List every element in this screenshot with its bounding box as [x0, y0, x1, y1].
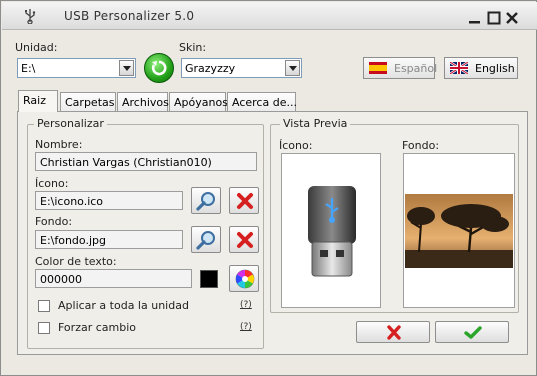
clear-fondo-button[interactable]: [229, 226, 259, 253]
window-title: USB Personalizer 5.0: [64, 9, 195, 23]
check-icon: [464, 326, 482, 339]
usb-drive-icon: [308, 186, 356, 277]
fondo-field[interactable]: E:\fondo.jpg: [35, 230, 183, 249]
browse-fondo-button[interactable]: [191, 226, 221, 253]
chevron-down-icon[interactable]: [119, 60, 134, 76]
icon-preview: [281, 153, 381, 308]
tree-sunset-image: [405, 194, 513, 268]
aplicar-label: Aplicar a toda la unidad: [58, 299, 189, 312]
maximize-icon[interactable]: [487, 11, 501, 25]
nombre-label: Nombre:: [35, 138, 83, 151]
refresh-button[interactable]: [144, 53, 174, 83]
tab-acerca-de[interactable]: Acerca de...: [227, 92, 297, 111]
usb-icon: [25, 9, 36, 24]
refresh-icon: [151, 60, 167, 76]
tab-carpetas[interactable]: Carpetas: [60, 92, 116, 111]
skin-select[interactable]: Grazyzzy: [181, 58, 302, 78]
unidad-select[interactable]: E:\: [17, 58, 136, 78]
chevron-down-icon[interactable]: [285, 60, 300, 76]
tab-raiz[interactable]: Raiz: [18, 90, 58, 112]
spanish-button[interactable]: Español: [363, 57, 438, 79]
cancel-button[interactable]: [356, 321, 430, 343]
color-label: Color de texto:: [35, 255, 117, 268]
delete-icon: [237, 193, 253, 209]
fondo-label: Fondo:: [35, 215, 73, 228]
preview-fondo-label: Fondo:: [402, 139, 440, 152]
cancel-icon: [387, 325, 401, 340]
color-field[interactable]: 000000: [35, 269, 192, 288]
tab-archivos[interactable]: Archivos: [117, 92, 169, 111]
pick-color-button[interactable]: [229, 265, 259, 292]
ok-button[interactable]: [435, 321, 509, 343]
aplicar-checkbox[interactable]: [38, 300, 50, 312]
background-preview: [403, 153, 515, 308]
tab-apoyanos[interactable]: Apóyanos: [169, 92, 228, 111]
nombre-field[interactable]: Christian Vargas (Christian010): [35, 152, 257, 171]
app-window: USB Personalizer 5.0 Unidad: E:\ Skin: G…: [0, 0, 537, 376]
delete-icon: [237, 232, 253, 248]
color-value: 000000: [40, 273, 82, 286]
spanish-label: Español: [394, 62, 438, 75]
forzar-label: Forzar cambio: [58, 321, 136, 334]
aplicar-help-link[interactable]: (?): [240, 300, 252, 310]
preview-icono-label: Ícono:: [279, 139, 313, 152]
unidad-label: Unidad:: [15, 41, 58, 54]
skin-label: Skin:: [179, 41, 207, 54]
search-icon: [196, 192, 215, 211]
color-swatch: [200, 270, 218, 288]
browse-icono-button[interactable]: [191, 187, 221, 214]
forzar-checkbox[interactable]: [38, 322, 50, 334]
vista-previa-title: Vista Previa: [280, 117, 351, 130]
icono-label: Ícono:: [35, 177, 69, 190]
close-icon[interactable]: [505, 11, 519, 25]
personalizar-title: Personalizar: [34, 117, 107, 130]
spain-flag-icon: [369, 62, 387, 74]
unidad-value: E:\: [21, 62, 36, 75]
forzar-help-link[interactable]: (?): [240, 322, 252, 332]
nombre-value: Christian Vargas (Christian010): [40, 156, 212, 169]
english-label: English: [475, 62, 515, 75]
minimize-icon[interactable]: [468, 11, 482, 25]
skin-value: Grazyzzy: [185, 62, 236, 75]
search-icon: [196, 231, 215, 250]
color-wheel-icon: [235, 269, 255, 289]
icono-value: E:\icono.ico: [40, 195, 104, 208]
title-bar[interactable]: USB Personalizer 5.0: [2, 2, 537, 30]
clear-icono-button[interactable]: [229, 187, 259, 214]
english-button[interactable]: English: [444, 57, 518, 79]
fondo-value: E:\fondo.jpg: [40, 234, 106, 247]
uk-flag-icon: [450, 62, 468, 74]
icono-field[interactable]: E:\icono.ico: [35, 191, 183, 210]
